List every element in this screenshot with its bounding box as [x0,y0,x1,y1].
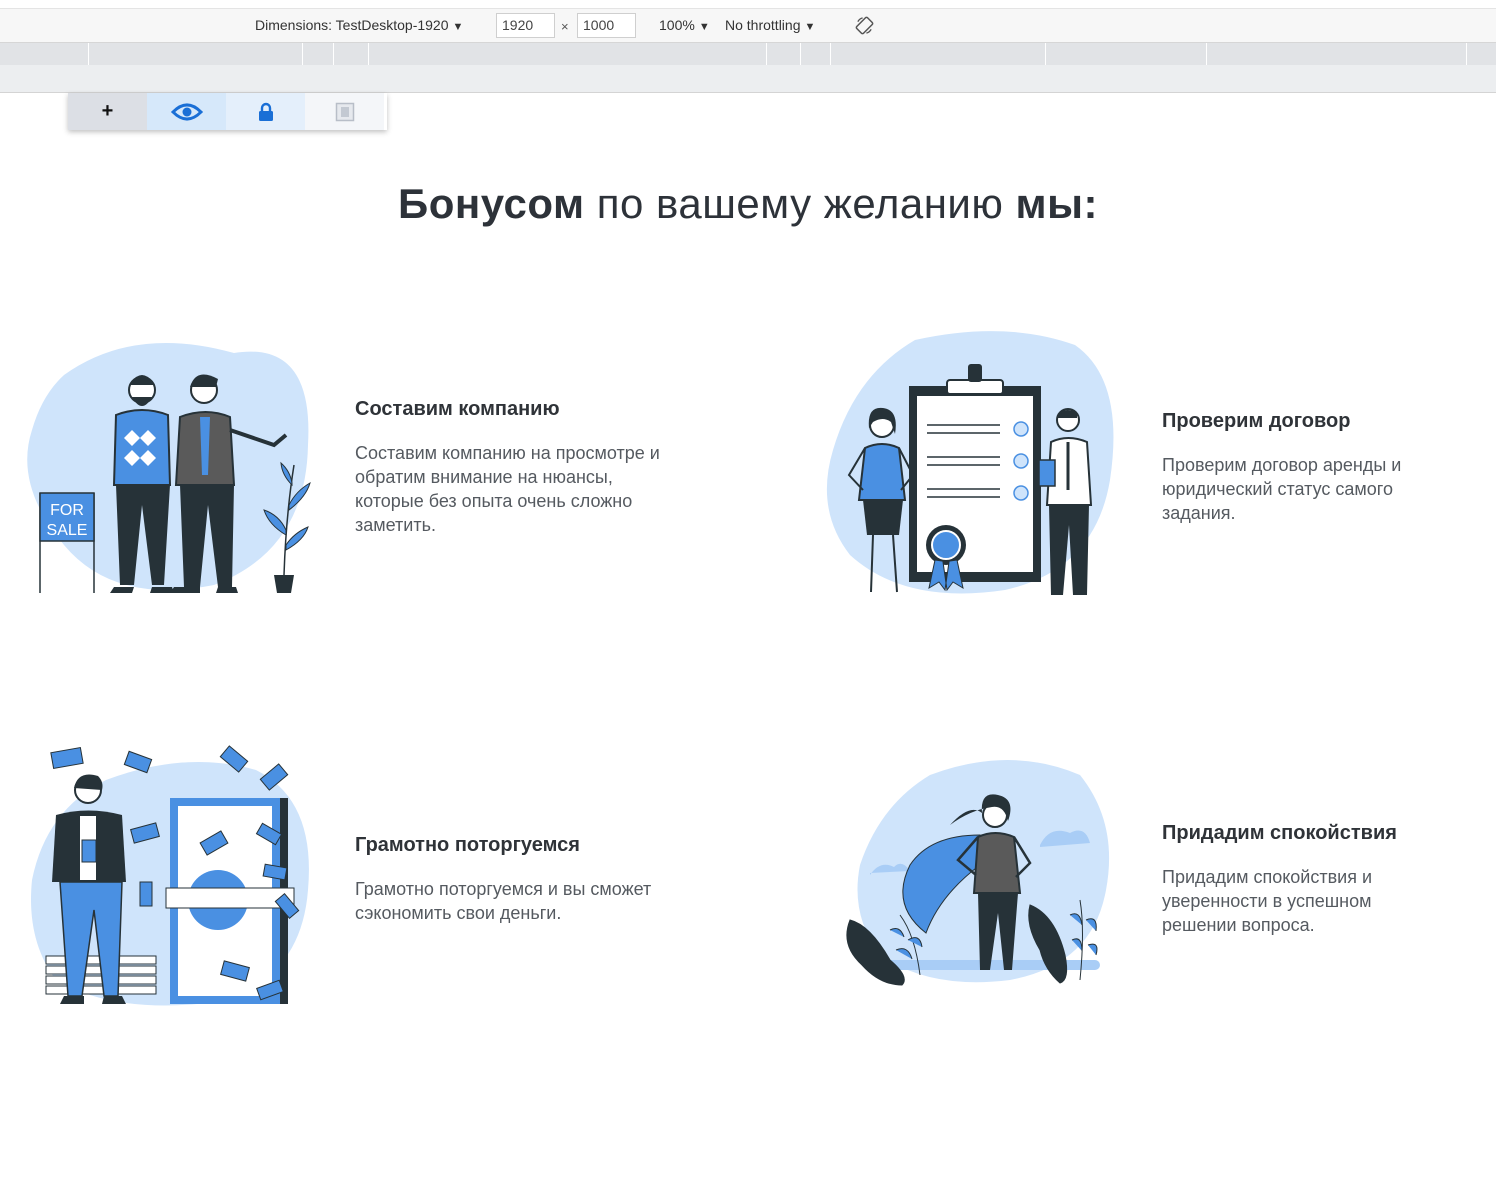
chevron-down-icon: ▼ [698,21,710,33]
page-toggle-icon [335,102,354,121]
page-button[interactable] [305,93,384,130]
card-title-bargain: Грамотно поторгуемся [355,834,580,856]
card-text-company: Составим компанию на просмотре и обратим… [355,443,660,535]
chevron-down-icon: ▼ [804,21,816,33]
card-title-calm: Придадим спокойствия [1162,822,1397,844]
height-input[interactable]: 1000 [577,13,636,38]
zoom-dropdown[interactable]: 100% ▼ [659,9,710,42]
dimensions-dropdown[interactable]: Dimensions: TestDesktop-1920 ▼ [255,9,463,42]
browser-top-strip [0,0,1496,9]
contract-illustration [826,331,1114,595]
device-toolbar: Dimensions: TestDesktop-1920 ▼ 1920 × 100… [0,9,1496,43]
add-button[interactable]: + [68,93,147,130]
width-input[interactable]: 1920 [496,13,555,38]
card-text-calm: Придадим спокойствия и уверенности в усп… [1162,867,1373,935]
rotate-icon[interactable] [855,16,874,35]
page-title: Бонусом по вашему желанию мы: [0,180,1496,228]
eye-button[interactable] [147,93,226,130]
card-text-bargain: Грамотно поторгуемся и вы сможет сэконом… [355,879,652,923]
card-title-company: Составим компанию [355,398,560,420]
eye-icon [170,103,203,120]
for-sale-text-2: SALE [47,522,88,539]
dimensions-label: Dimensions: TestDesktop-1920 [255,17,449,33]
media-query-bar[interactable] [0,43,1496,65]
company-illustration: FOR SALE [27,342,311,593]
title-bold-1: Бонусом [398,180,585,227]
title-bold-2: мы: [1015,180,1098,227]
lock-button[interactable] [226,93,305,130]
throttling-dropdown[interactable]: No throttling ▼ [725,9,815,42]
lock-icon [258,102,273,121]
chevron-down-icon: ▼ [452,21,464,33]
title-regular: по вашему желанию [584,180,1016,227]
times-sign: × [561,19,569,34]
bargain-illustration [31,745,309,1006]
card-text-contract: Проверим договор аренды и юридический ст… [1162,455,1402,523]
calm-illustration [846,760,1110,986]
ruler-bar [0,65,1496,93]
throttling-label: No throttling [725,17,801,33]
for-sale-text-1: FOR [50,502,84,519]
zoom-label: 100% [659,17,695,33]
floating-toolbar: + [68,93,387,130]
card-title-contract: Проверим договор [1162,410,1351,432]
